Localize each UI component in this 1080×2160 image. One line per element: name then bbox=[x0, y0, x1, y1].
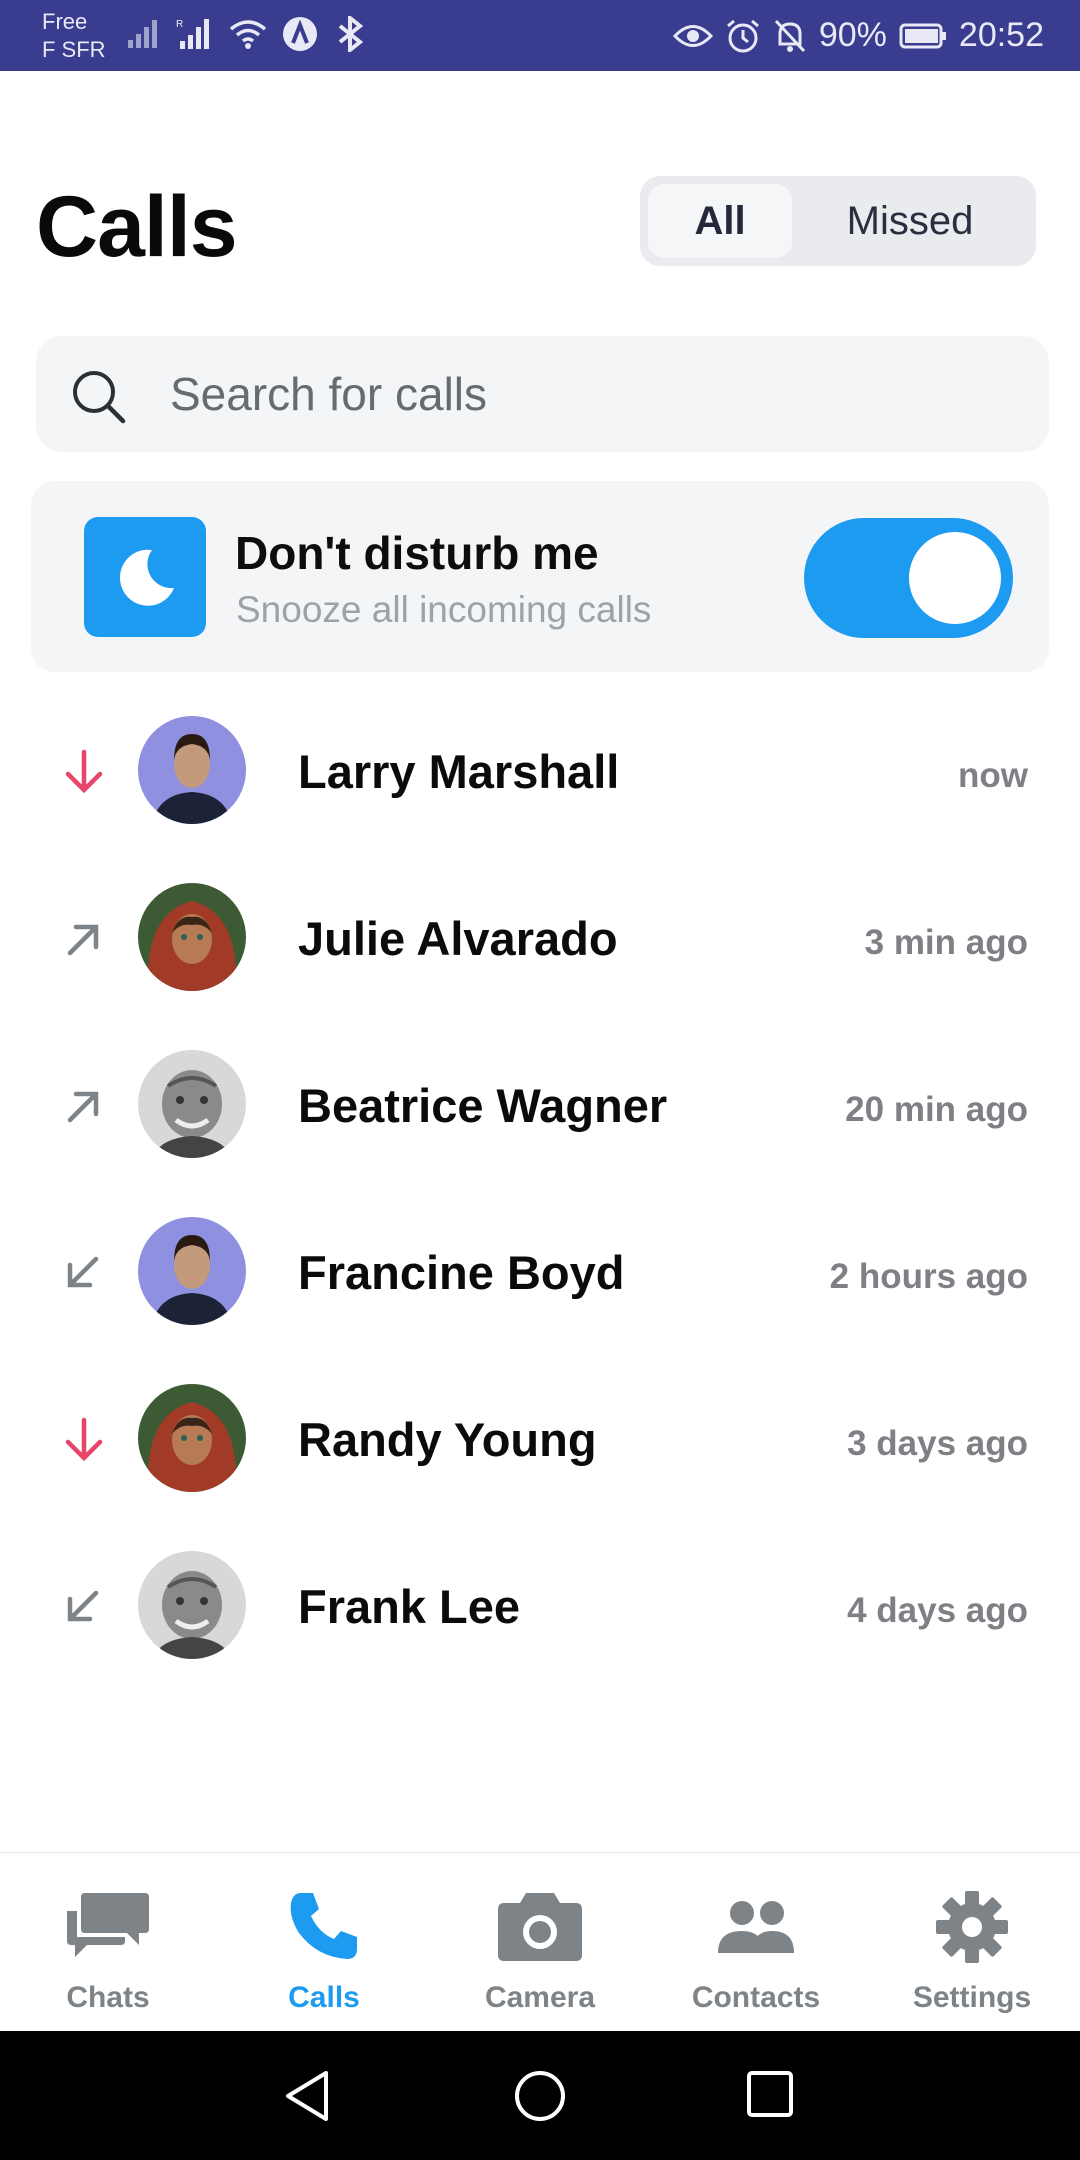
alarm-icon bbox=[726, 19, 759, 52]
caller-name: Julie Alvarado bbox=[298, 912, 618, 965]
dnd-title: Don't disturb me bbox=[235, 527, 599, 579]
call-time: 2 hours ago bbox=[829, 1257, 1028, 1296]
camera-icon bbox=[498, 1893, 582, 1961]
eye-icon bbox=[672, 24, 713, 47]
avatar bbox=[138, 1551, 246, 1659]
tab-missed[interactable]: Missed bbox=[792, 184, 1028, 258]
caller-name: Francine Boyd bbox=[298, 1246, 625, 1299]
tab-all[interactable]: All bbox=[648, 184, 792, 258]
nav-contacts-label: Contacts bbox=[691, 1981, 821, 2014]
status-icons-left: R bbox=[126, 16, 368, 52]
carrier-line-2: F SFR bbox=[42, 37, 106, 62]
call-row[interactable]: Beatrice Wagner 20 min ago bbox=[0, 1030, 1080, 1197]
nav-chats[interactable]: Chats bbox=[0, 1853, 216, 2032]
outgoing-call-icon bbox=[67, 1091, 99, 1123]
caller-name: Beatrice Wagner bbox=[298, 1079, 668, 1132]
dnd-subtitle: Snooze all incoming calls bbox=[236, 589, 652, 630]
incoming-call-icon bbox=[67, 1256, 99, 1288]
caller-name: Larry Marshall bbox=[298, 745, 620, 798]
search-icon bbox=[73, 371, 126, 424]
chats-icon bbox=[67, 1893, 149, 1957]
call-time: 3 days ago bbox=[847, 1424, 1028, 1463]
gear-icon bbox=[936, 1891, 1008, 1963]
outgoing-call-icon bbox=[67, 924, 99, 956]
recents-icon[interactable] bbox=[745, 2069, 795, 2119]
nav-calls[interactable]: Calls bbox=[216, 1853, 432, 2032]
status-icons-right: 90% 20:52 bbox=[672, 0, 1044, 71]
call-time: now bbox=[958, 756, 1028, 795]
nav-settings[interactable]: Settings bbox=[864, 1853, 1080, 2032]
call-time: 4 days ago bbox=[847, 1591, 1028, 1630]
system-nav-bar bbox=[0, 2031, 1080, 2160]
nav-calls-label: Calls bbox=[288, 1981, 360, 2014]
moon-icon bbox=[119, 549, 174, 606]
nav-settings-label: Settings bbox=[912, 1981, 1032, 2014]
call-row[interactable]: Francine Boyd 2 hours ago bbox=[0, 1197, 1080, 1364]
carrier-line-1: Free bbox=[42, 9, 88, 34]
search-bar[interactable] bbox=[36, 336, 1049, 452]
incoming-call-icon bbox=[67, 1590, 99, 1622]
battery-icon bbox=[899, 23, 946, 48]
dnd-toggle[interactable] bbox=[804, 518, 1013, 638]
bluetooth-icon bbox=[338, 16, 364, 52]
home-icon[interactable] bbox=[513, 2069, 567, 2123]
nav-contacts[interactable]: Contacts bbox=[648, 1853, 864, 2032]
avatar bbox=[138, 1384, 246, 1492]
nav-camera[interactable]: Camera bbox=[432, 1853, 648, 2032]
contacts-icon bbox=[718, 1901, 794, 1953]
back-icon[interactable] bbox=[282, 2069, 334, 2123]
avatar bbox=[138, 716, 246, 824]
missed-call-icon bbox=[65, 749, 103, 794]
missed-call-icon bbox=[65, 1417, 103, 1462]
nav-camera-label: Camera bbox=[484, 1981, 596, 2014]
caller-name: Randy Young bbox=[298, 1413, 597, 1466]
call-time: 20 min ago bbox=[845, 1090, 1028, 1129]
wifi-icon bbox=[229, 20, 267, 49]
toggle-knob bbox=[909, 532, 1001, 624]
page-title: Calls bbox=[36, 179, 238, 275]
avatar bbox=[138, 1050, 246, 1158]
dnd-card: Don't disturb me Snooze all incoming cal… bbox=[31, 481, 1049, 672]
bell-off-icon bbox=[774, 19, 805, 52]
nav-chats-label: Chats bbox=[66, 1981, 150, 2014]
caller-name: Frank Lee bbox=[298, 1580, 521, 1633]
avatar bbox=[138, 1217, 246, 1325]
signal-icon bbox=[128, 20, 157, 48]
dnd-icon-tile bbox=[84, 517, 206, 637]
bottom-nav: Chats Calls Camera Contacts Settings bbox=[0, 1852, 1080, 2031]
signal-r-icon: R bbox=[176, 19, 209, 49]
clock: 20:52 bbox=[958, 16, 1044, 54]
svg-text:R: R bbox=[176, 19, 183, 30]
call-row[interactable]: Randy Young 3 days ago bbox=[0, 1364, 1080, 1531]
battery-percent: 90% bbox=[818, 16, 887, 54]
call-filter-segmented-control: All Missed bbox=[640, 176, 1036, 266]
avatar bbox=[138, 883, 246, 991]
a-icon bbox=[283, 17, 317, 51]
status-bar: Free F SFR R 90% 20:52 bbox=[0, 0, 1080, 71]
call-row[interactable]: Frank Lee 4 days ago bbox=[0, 1531, 1080, 1698]
carrier-label: Free F SFR bbox=[42, 8, 106, 64]
search-input[interactable] bbox=[170, 362, 1010, 426]
call-row[interactable]: Larry Marshall now bbox=[0, 696, 1080, 863]
phone-icon bbox=[290, 1893, 357, 1959]
call-row[interactable]: Julie Alvarado 3 min ago bbox=[0, 863, 1080, 1030]
call-time: 3 min ago bbox=[864, 923, 1028, 962]
